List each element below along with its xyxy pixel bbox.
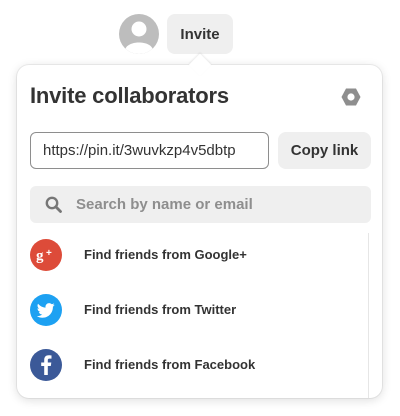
share-link-field[interactable] <box>30 132 269 169</box>
invite-screen: Invite Invite collaborators Copy link <box>0 0 400 416</box>
invite-button-label: Invite <box>180 25 220 43</box>
google-plus-icon: g + <box>30 239 62 271</box>
user-silhouette-icon <box>125 21 153 54</box>
search-box[interactable] <box>30 186 371 223</box>
copy-link-button[interactable]: Copy link <box>278 132 371 169</box>
list-item-google-plus[interactable]: g + Find friends from Google+ <box>17 233 369 283</box>
svg-text:g: g <box>36 248 44 263</box>
list-item-label: Find friends from Google+ <box>84 247 247 262</box>
svg-text:+: + <box>46 248 52 259</box>
invite-button[interactable]: Invite <box>167 14 233 54</box>
invite-collaborators-popover: Invite collaborators Copy link g + <box>17 65 382 398</box>
avatar[interactable] <box>119 14 159 54</box>
list-item-facebook[interactable]: Find friends from Facebook <box>17 343 369 393</box>
copy-link-button-label: Copy link <box>290 142 359 159</box>
list-item-label: Find friends from Facebook <box>84 357 256 372</box>
settings-hexagon-icon[interactable] <box>341 87 361 107</box>
search-input[interactable] <box>76 186 356 223</box>
facebook-icon <box>30 349 62 381</box>
list-item-twitter[interactable]: Find friends from Twitter <box>17 288 369 338</box>
popover-title: Invite collaborators <box>30 83 229 108</box>
search-icon <box>45 196 62 213</box>
list-item-label: Find friends from Twitter <box>84 302 237 317</box>
twitter-icon <box>30 294 62 326</box>
